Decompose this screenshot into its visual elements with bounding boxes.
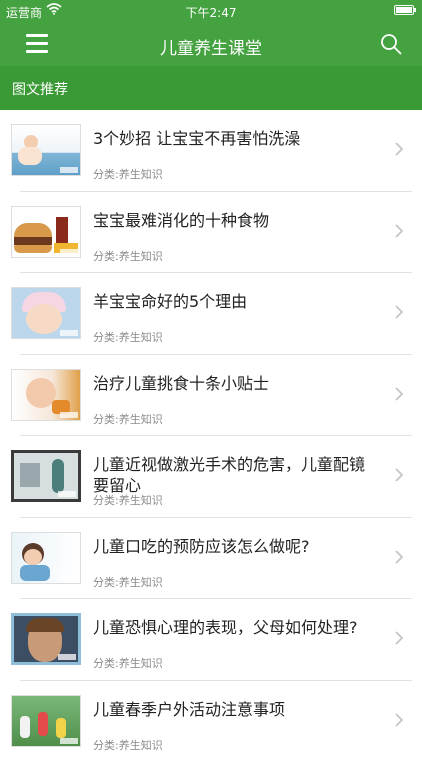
article-title: 3个妙招 让宝宝不再害怕洗澡 <box>93 128 375 149</box>
chevron-right-icon <box>394 141 404 157</box>
article-category: 分类:养生知识 <box>93 166 163 182</box>
article-thumbnail <box>11 695 81 747</box>
article-thumbnail <box>11 613 81 665</box>
article-list: 3个妙招 让宝宝不再害怕洗澡 分类:养生知识 宝宝最难消化的十种食物 分类:养生… <box>0 110 422 762</box>
article-thumbnail <box>11 450 81 502</box>
search-button[interactable] <box>380 33 402 55</box>
section-title: 图文推荐 <box>12 79 68 99</box>
article-category: 分类:养生知识 <box>93 329 163 345</box>
search-icon <box>380 33 402 55</box>
list-item[interactable]: 3个妙招 让宝宝不再害怕洗澡 分类:养生知识 <box>0 110 422 192</box>
list-item[interactable]: 宝宝最难消化的十种食物 分类:养生知识 <box>0 192 422 274</box>
chevron-right-icon <box>394 630 404 646</box>
article-thumbnail <box>11 287 81 339</box>
article-thumbnail <box>11 532 81 584</box>
article-thumbnail <box>11 124 81 176</box>
list-item[interactable]: 治疗儿童挑食十条小贴士 分类:养生知识 <box>0 355 422 437</box>
article-category: 分类:养生知识 <box>93 574 163 590</box>
nav-bar: 儿童养生课堂 <box>0 22 422 66</box>
list-item[interactable]: 儿童恐惧心理的表现，父母如何处理? 分类:养生知识 <box>0 599 422 681</box>
chevron-right-icon <box>394 386 404 402</box>
chevron-right-icon <box>394 223 404 239</box>
clock: 下午2:47 <box>0 4 422 21</box>
battery-icon <box>394 5 414 15</box>
chevron-right-icon <box>394 304 404 320</box>
article-title: 儿童口吃的预防应该怎么做呢? <box>93 536 375 557</box>
article-category: 分类:养生知识 <box>93 248 163 264</box>
chevron-right-icon <box>394 467 404 483</box>
chevron-right-icon <box>394 549 404 565</box>
list-item[interactable]: 羊宝宝命好的5个理由 分类:养生知识 <box>0 273 422 355</box>
chevron-right-icon <box>394 712 404 728</box>
article-category: 分类:养生知识 <box>93 655 163 671</box>
article-category: 分类:养生知识 <box>93 492 163 508</box>
status-bar: 运营商 下午2:47 <box>0 0 422 22</box>
article-title: 羊宝宝命好的5个理由 <box>93 291 375 312</box>
article-category: 分类:养生知识 <box>93 411 163 427</box>
article-thumbnail <box>11 206 81 258</box>
article-title: 宝宝最难消化的十种食物 <box>93 210 375 231</box>
article-title: 治疗儿童挑食十条小贴士 <box>93 373 375 394</box>
list-item[interactable]: 儿童近视做激光手术的危害，儿童配镜要留心 分类:养生知识 <box>0 436 422 518</box>
article-thumbnail <box>11 369 81 421</box>
article-title: 儿童春季户外活动注意事项 <box>93 699 375 720</box>
list-item[interactable]: 儿童口吃的预防应该怎么做呢? 分类:养生知识 <box>0 518 422 600</box>
page-title: 儿童养生课堂 <box>0 34 422 59</box>
section-header: 图文推荐 <box>0 66 422 110</box>
article-title: 儿童近视做激光手术的危害，儿童配镜要留心 <box>93 454 375 496</box>
article-category: 分类:养生知识 <box>93 737 163 753</box>
article-title: 儿童恐惧心理的表现，父母如何处理? <box>93 617 375 638</box>
